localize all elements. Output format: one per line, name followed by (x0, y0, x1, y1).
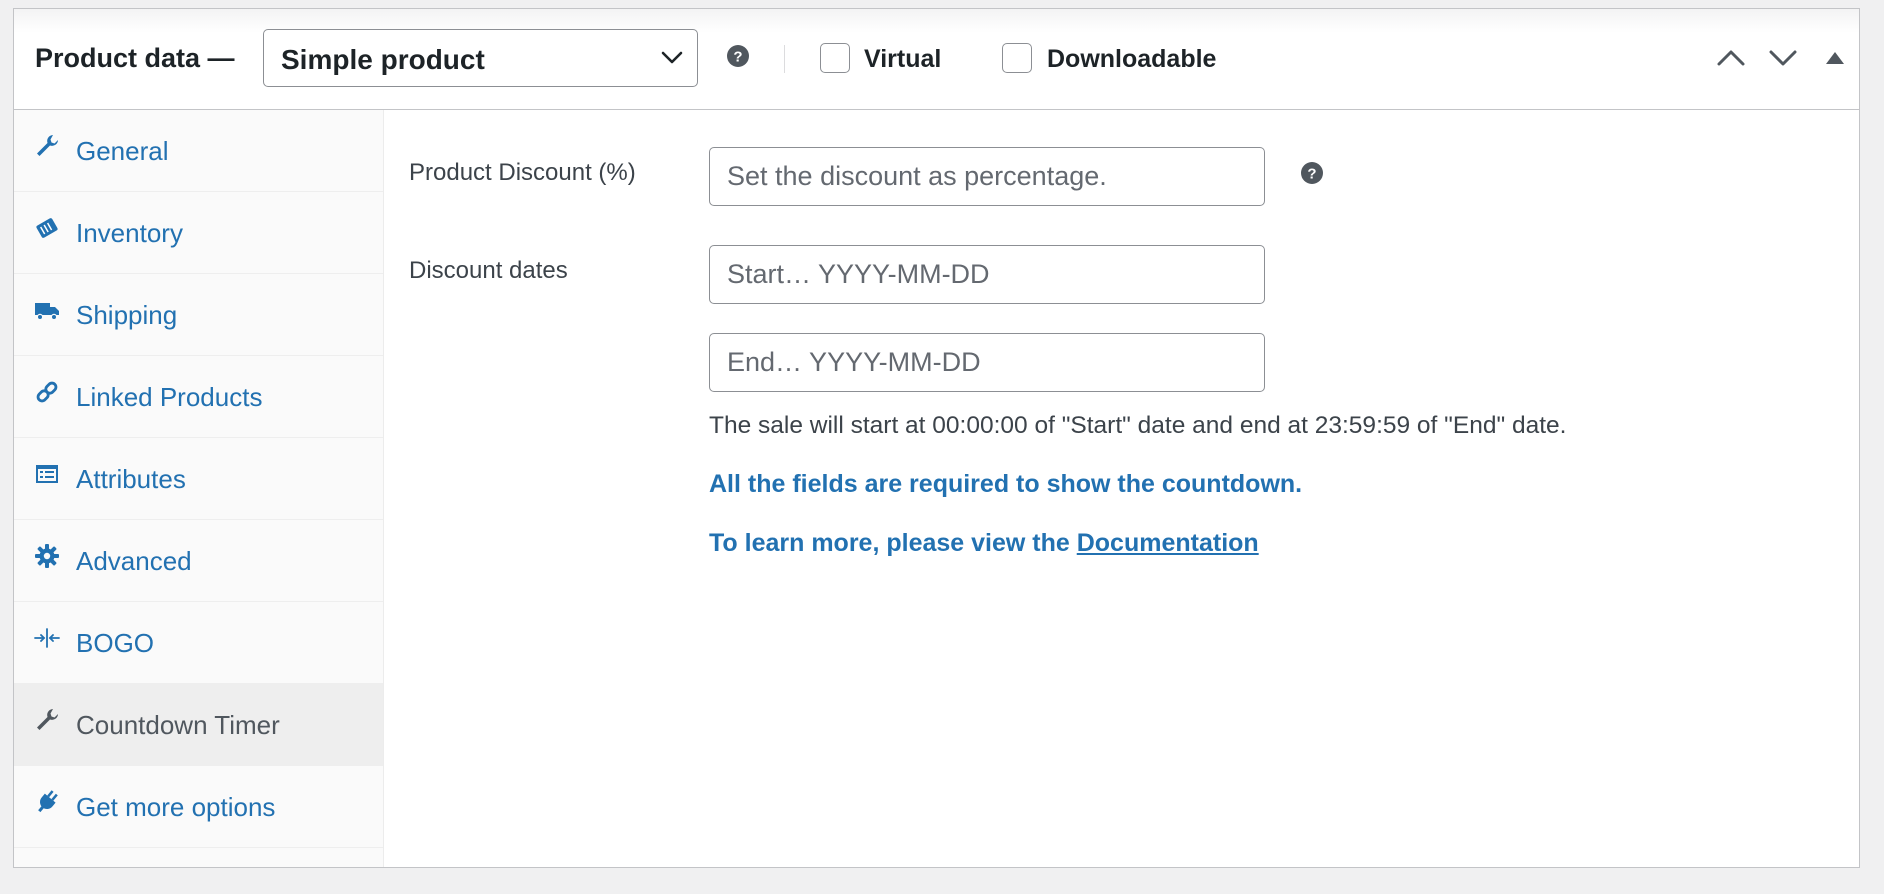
documentation-link[interactable]: Documentation (1077, 529, 1259, 557)
tab-label: BOGO (76, 628, 155, 658)
tab-shipping[interactable]: Shipping (14, 274, 383, 356)
product-data-header: Product data — Simple product ? Virtual … (14, 9, 1859, 110)
sale-time-note: The sale will start at 00:00:00 of "Star… (709, 412, 1567, 439)
discount-dates-label: Discount dates (409, 257, 568, 284)
product-discount-label: Product Discount (%) (409, 159, 636, 186)
wrench-icon (37, 135, 58, 156)
tab-label: General (76, 136, 169, 166)
gear-icon (35, 544, 59, 568)
split-arrows-icon (34, 628, 60, 648)
discount-start-date-input[interactable] (709, 245, 1265, 304)
chevron-down-icon (661, 51, 683, 64)
tab-attributes[interactable]: Attributes (14, 438, 383, 520)
tag-icon (36, 218, 58, 238)
product-type-selected: Simple product (281, 44, 485, 75)
svg-text:?: ? (1307, 166, 1316, 183)
product-data-panel: Product data — Simple product ? Virtual … (13, 8, 1860, 868)
virtual-checkbox[interactable] (820, 43, 850, 73)
learn-more-text: To learn more, please view the Documenta… (709, 529, 1259, 558)
tab-advanced[interactable]: Advanced (14, 520, 383, 602)
chevron-up-icon[interactable] (1716, 47, 1746, 69)
tab-general[interactable]: General (14, 110, 383, 192)
tab-label: Shipping (76, 300, 178, 330)
downloadable-checkbox[interactable] (1002, 43, 1032, 73)
triangle-up-icon[interactable] (1825, 51, 1845, 65)
virtual-label[interactable]: Virtual (864, 45, 941, 74)
header-divider (784, 45, 785, 73)
product-type-select[interactable]: Simple product (263, 29, 698, 87)
tab-countdown-timer[interactable]: Countdown Timer (14, 684, 383, 766)
truck-icon (35, 303, 59, 321)
tab-get-more-options[interactable]: Get more options (14, 766, 383, 848)
wrench-icon (37, 709, 58, 730)
learn-more-prefix: To learn more, please view the (709, 529, 1077, 557)
link-icon (36, 381, 58, 403)
discount-end-date-input[interactable] (709, 333, 1265, 392)
tab-label: Linked Products (76, 382, 263, 412)
tab-bogo[interactable]: BOGO (14, 602, 383, 684)
question-circle-icon[interactable]: ? (727, 45, 749, 67)
tab-label: Advanced (76, 546, 192, 576)
required-fields-notice: All the fields are required to show the … (709, 470, 1303, 498)
tab-linked-products[interactable]: Linked Products (14, 356, 383, 438)
product-discount-input[interactable] (709, 147, 1265, 206)
tab-label: Countdown Timer (76, 710, 280, 740)
tab-label: Inventory (76, 218, 183, 248)
tab-label: Attributes (76, 464, 186, 494)
plug-icon (38, 790, 58, 813)
panel-title: Product data — (35, 43, 235, 73)
countdown-timer-panel: Product Discount (%) ? Discount dates Th… (384, 110, 1859, 867)
list-card-icon (36, 465, 58, 483)
tab-inventory[interactable]: Inventory (14, 192, 383, 274)
chevron-down-icon[interactable] (1768, 47, 1798, 69)
downloadable-label[interactable]: Downloadable (1047, 45, 1216, 74)
question-circle-icon[interactable]: ? (1301, 162, 1323, 184)
tab-label: Get more options (76, 792, 276, 822)
svg-text:?: ? (733, 49, 742, 66)
product-data-tabs: General Inventory Shipping Linked Produc… (14, 110, 384, 867)
